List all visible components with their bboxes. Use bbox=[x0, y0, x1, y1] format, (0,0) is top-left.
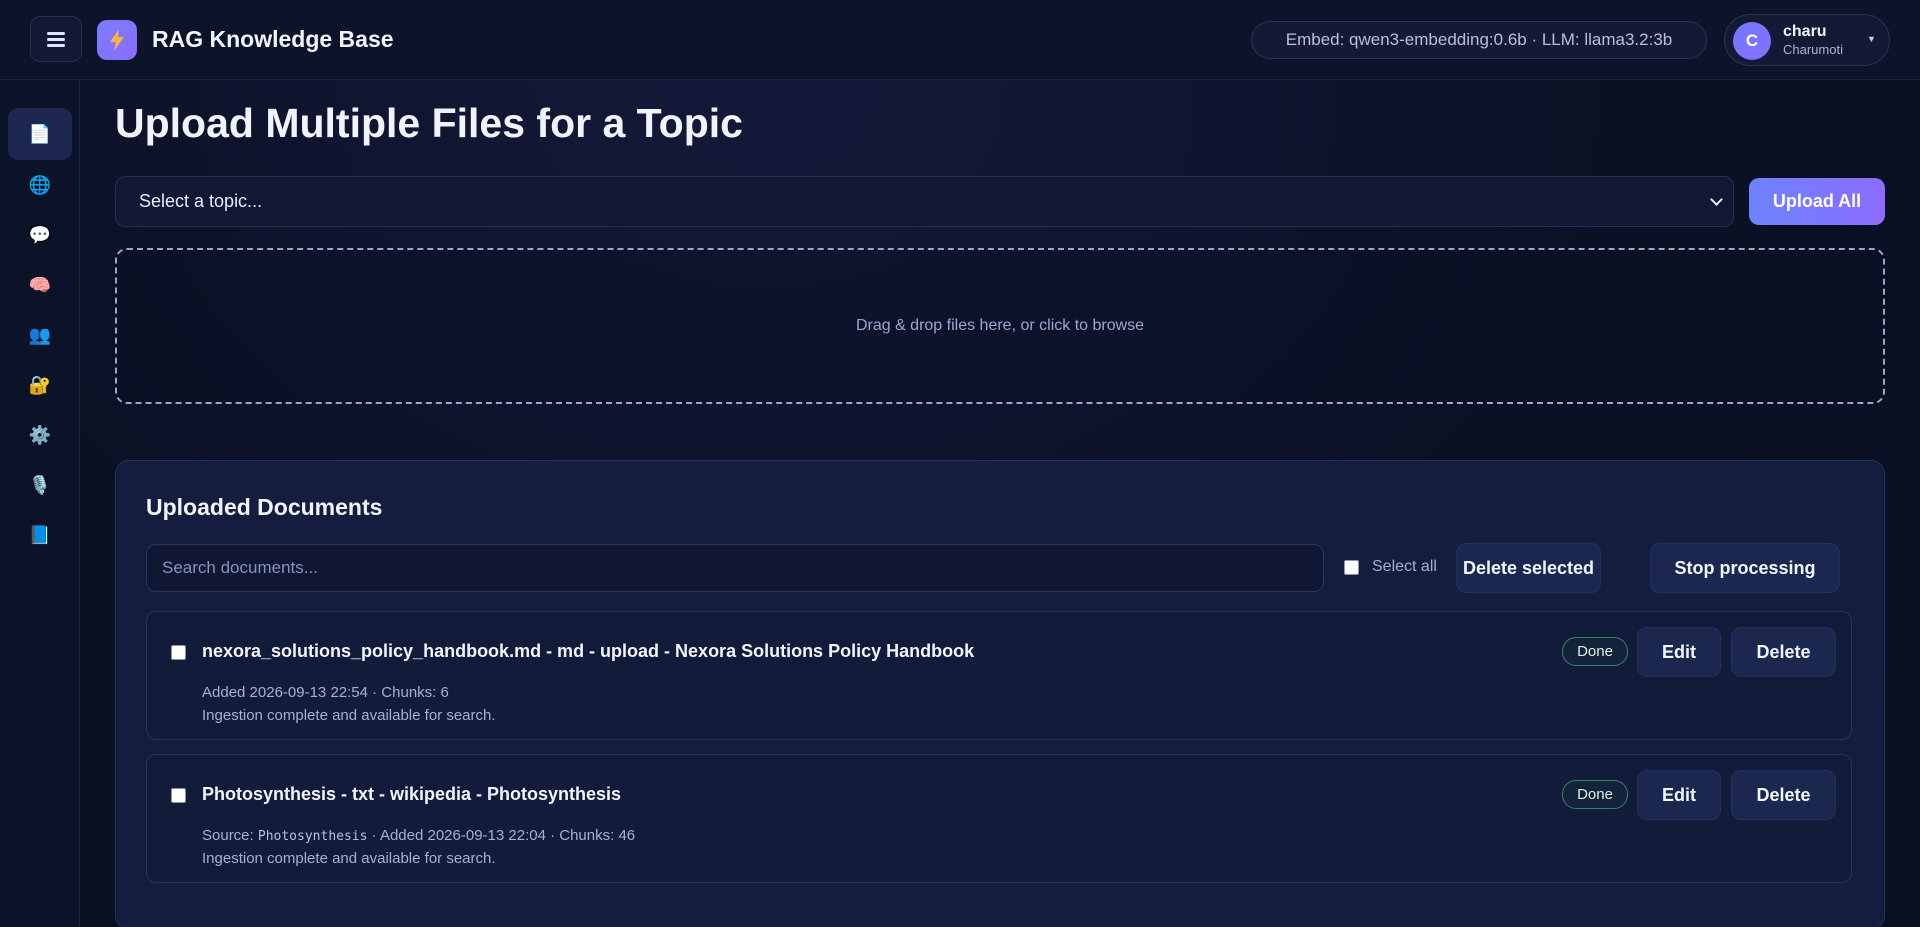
sidebar-item-voice[interactable]: 🎙️ bbox=[8, 459, 72, 511]
document-icon: 📄 bbox=[28, 123, 52, 144]
app-title: RAG Knowledge Base bbox=[152, 26, 394, 52]
upload-all-button[interactable]: Upload All bbox=[1749, 178, 1885, 225]
sidebar-item-users[interactable]: 👥 bbox=[8, 309, 72, 361]
section-title: Uploaded Documents bbox=[146, 494, 383, 520]
file-dropzone[interactable]: Drag & drop files here, or click to brow… bbox=[115, 248, 1885, 404]
dropzone-text: Drag & drop files here, or click to brow… bbox=[855, 317, 1145, 334]
user-name: charu bbox=[1783, 23, 1827, 40]
document-checkbox[interactable] bbox=[171, 788, 186, 803]
sidebar-item-settings[interactable]: ⚙️ bbox=[8, 409, 72, 461]
document-status-text: Ingestion complete and available for sea… bbox=[202, 850, 496, 867]
meta-prefix: Source: bbox=[202, 827, 258, 844]
topic-select-value: Select a topic... bbox=[139, 191, 263, 211]
microphone-icon: 🎙️ bbox=[28, 474, 52, 495]
select-all-checkbox[interactable]: Select all bbox=[1344, 558, 1437, 576]
status-badge: Done bbox=[1562, 780, 1628, 809]
document-title: Photosynthesis - txt - wikipedia - Photo… bbox=[202, 784, 622, 804]
user-subtitle: Charumoti bbox=[1783, 42, 1843, 57]
edit-button[interactable]: Edit bbox=[1637, 770, 1721, 820]
lock-icon: 🔐 bbox=[28, 374, 52, 395]
chat-icon: 💬 bbox=[28, 224, 52, 245]
hamburger-icon bbox=[47, 32, 65, 47]
user-menu[interactable]: C charu Charumoti ▼ bbox=[1724, 14, 1890, 66]
top-bar: RAG Knowledge Base Embed: qwen3-embeddin… bbox=[0, 0, 1920, 80]
sidebar-item-security[interactable]: 🔐 bbox=[8, 359, 72, 411]
book-icon: 📘 bbox=[28, 524, 52, 545]
sidebar-item-documents[interactable]: 📄 bbox=[8, 108, 72, 160]
menu-toggle-button[interactable] bbox=[30, 16, 82, 62]
globe-icon: 🌐 bbox=[28, 174, 52, 195]
meta-suffix: · Added 2026-09-13 22:04 · Chunks: 46 bbox=[367, 827, 636, 844]
delete-button[interactable]: Delete bbox=[1731, 627, 1836, 677]
lightning-icon bbox=[110, 29, 124, 51]
checkbox[interactable] bbox=[1344, 559, 1359, 575]
document-title: nexora_solutions_policy_handbook.md - md… bbox=[202, 641, 975, 661]
search-input[interactable] bbox=[146, 544, 1324, 592]
sidebar-item-knowledge[interactable]: 🧠 bbox=[8, 259, 72, 311]
select-all-label: Select all bbox=[1372, 558, 1437, 575]
edit-button[interactable]: Edit bbox=[1637, 627, 1721, 677]
chevron-down-icon bbox=[1710, 193, 1723, 206]
document-meta: Added 2026-09-13 22:54 · Chunks: 6 bbox=[202, 684, 449, 701]
document-item: Photosynthesis - txt - wikipedia - Photo… bbox=[146, 754, 1852, 883]
document-checkbox[interactable] bbox=[171, 645, 186, 660]
sidebar-item-chat[interactable]: 💬 bbox=[8, 209, 72, 261]
users-icon: 👥 bbox=[28, 324, 52, 345]
topic-select[interactable]: Select a topic... bbox=[115, 176, 1734, 227]
model-info-badge: Embed: qwen3-embedding:0.6b · LLM: llama… bbox=[1251, 21, 1707, 59]
page-title: Upload Multiple Files for a Topic bbox=[115, 100, 743, 146]
document-status-text: Ingestion complete and available for sea… bbox=[202, 707, 496, 724]
meta-source: Photosynthesis bbox=[257, 829, 368, 844]
app-logo bbox=[97, 20, 137, 60]
chevron-down-icon: ▼ bbox=[1867, 34, 1876, 44]
gear-icon: ⚙️ bbox=[28, 424, 52, 445]
avatar: C bbox=[1733, 22, 1771, 60]
sidebar-item-docs[interactable]: 📘 bbox=[8, 509, 72, 561]
delete-button[interactable]: Delete bbox=[1731, 770, 1836, 820]
sidebar: 📄 🌐 💬 🧠 👥 🔐 ⚙️ 🎙️ 📘 bbox=[0, 80, 80, 927]
document-meta: Source: Photosynthesis · Added 2026-09-1… bbox=[202, 827, 635, 844]
sidebar-item-web[interactable]: 🌐 bbox=[8, 159, 72, 211]
uploaded-documents-panel: Uploaded Documents Select all Delete sel… bbox=[115, 460, 1885, 927]
brain-icon: 🧠 bbox=[28, 274, 52, 295]
delete-selected-button[interactable]: Delete selected bbox=[1456, 543, 1601, 593]
stop-processing-button[interactable]: Stop processing bbox=[1650, 543, 1840, 593]
status-badge: Done bbox=[1562, 637, 1628, 666]
document-item: nexora_solutions_policy_handbook.md - md… bbox=[146, 611, 1852, 740]
